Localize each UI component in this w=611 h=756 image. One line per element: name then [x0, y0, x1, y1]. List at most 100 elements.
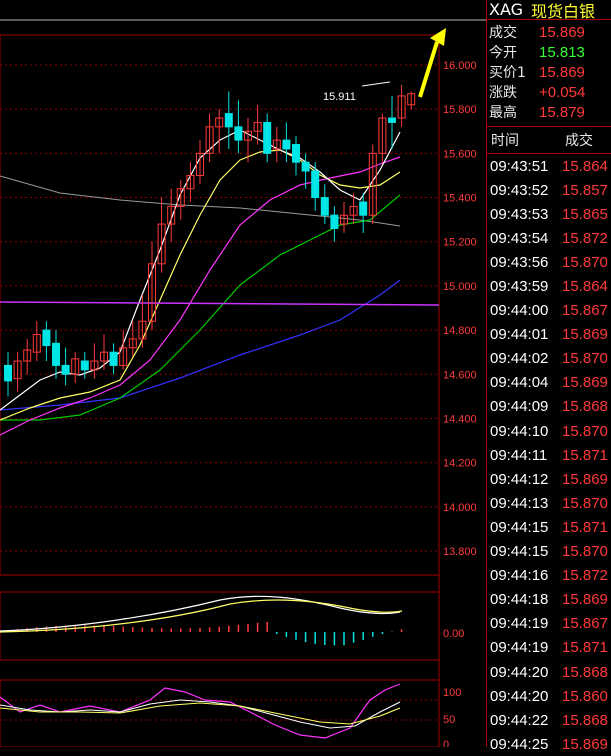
- price-axis-label: 15.000: [443, 281, 477, 293]
- candle-body: [4, 364, 12, 382]
- tick-time: 09:43:51: [490, 157, 549, 175]
- tick-price: 15.872: [562, 567, 608, 585]
- tick-price: 15.864: [562, 157, 608, 175]
- tick-price: 15.869: [562, 374, 608, 392]
- tick-row: 09:44:19 15.871: [487, 636, 611, 660]
- tick-price: 15.870: [562, 350, 608, 368]
- kdj-axis-label: 100: [443, 687, 461, 699]
- candle-body: [263, 121, 272, 154]
- tick-price: 15.868: [562, 663, 608, 681]
- tick-price: 15.857: [562, 181, 608, 199]
- quote-value: 15.869: [539, 23, 585, 41]
- tick-price: 15.868: [562, 711, 608, 729]
- tick-time: 09:44:04: [490, 374, 549, 392]
- tick-row: 09:44:25 15.869: [487, 732, 611, 756]
- tick-list[interactable]: 09:43:51 15.864 09:43:52 15.857 09:43:53 15.8…: [487, 154, 611, 756]
- candle-body: [234, 126, 243, 141]
- symbol-header: XAG 现货白银: [487, 0, 611, 21]
- tick-row: 09:44:04 15.869: [487, 371, 611, 395]
- price-axis-label: 14.800: [443, 325, 477, 337]
- tick-row: 09:44:20 15.860: [487, 684, 611, 708]
- quote-label: 今开: [489, 45, 517, 61]
- tick-time: 09:43:52: [490, 181, 549, 199]
- tick-time: 09:44:13: [490, 494, 549, 512]
- macd-axis-label: 0.00: [443, 628, 464, 640]
- macd-dif-line: [0, 595, 401, 632]
- tick-price: 15.870: [562, 422, 608, 440]
- ticks-header: 时间 成交: [487, 126, 611, 154]
- symbol-name: 现货白银: [531, 1, 596, 21]
- candle-body: [320, 197, 329, 216]
- tick-row: 09:44:22 15.868: [487, 708, 611, 732]
- tick-time: 09:44:25: [490, 735, 549, 753]
- candlestick-chart[interactable]: 16.000 15.800 15.600 15.400 15.200 15.000 14.8…: [0, 0, 486, 751]
- price-axis-label: 15.400: [443, 193, 477, 205]
- tick-time: 09:43:54: [490, 229, 549, 247]
- tick-time: 09:44:15: [490, 518, 549, 536]
- price-axis-label: 14.000: [443, 502, 477, 514]
- kdj-d-line: [0, 702, 401, 725]
- tick-time: 09:44:00: [490, 302, 549, 320]
- tick-row: 09:44:11 15.871: [487, 443, 611, 467]
- chart-area[interactable]: 16.000 15.800 15.600 15.400 15.200 15.000 14.8…: [0, 0, 486, 751]
- candle-body: [282, 139, 291, 150]
- candle-body: [109, 351, 118, 366]
- tick-price: 15.864: [562, 278, 608, 296]
- peak-pointer: [361, 81, 391, 87]
- tick-time: 09:43:59: [490, 278, 549, 296]
- candle-body: [311, 170, 320, 199]
- tick-row: 09:44:10 15.870: [487, 419, 611, 443]
- tick-time: 09:44:20: [490, 663, 549, 681]
- quote-row: 成交 15.869: [487, 22, 611, 42]
- tick-time: 09:44:16: [490, 567, 549, 585]
- tick-row: 09:44:15 15.871: [487, 515, 611, 539]
- tick-row: 09:43:51 15.864: [487, 154, 611, 178]
- tick-row: 09:43:56 15.870: [487, 250, 611, 274]
- tick-time: 09:44:02: [490, 350, 549, 368]
- tick-price: 15.869: [562, 591, 608, 609]
- tick-row: 09:44:19 15.867: [487, 612, 611, 636]
- price-axis-label: 16.000: [443, 60, 477, 72]
- tick-price: 15.865: [562, 205, 608, 223]
- ma30-line: [0, 194, 401, 421]
- price-axis-label: 15.200: [443, 237, 477, 249]
- tick-price: 15.870: [562, 543, 608, 561]
- quote-value: +0.054: [539, 83, 586, 101]
- tick-price: 15.869: [562, 735, 608, 753]
- tick-time: 09:44:09: [490, 398, 549, 416]
- candle-body: [388, 117, 396, 123]
- ticks-header-time: 时间: [491, 133, 519, 149]
- tick-row: 09:44:18 15.869: [487, 588, 611, 612]
- quote-row: 涨跌 +0.054: [487, 82, 611, 102]
- tick-price: 15.860: [562, 687, 608, 705]
- tick-row: 09:44:15 15.870: [487, 540, 611, 564]
- candle-body: [52, 342, 60, 366]
- candle-body: [42, 329, 51, 347]
- tick-row: 09:44:16 15.872: [487, 564, 611, 588]
- quote-row: 最高 15.879: [487, 102, 611, 122]
- tick-price: 15.867: [562, 302, 608, 320]
- price-axis-label: 13.800: [443, 546, 477, 558]
- candle-body: [359, 201, 368, 216]
- tick-time: 09:44:01: [490, 326, 549, 344]
- quote-panel: 成交 15.869 今开 15.813 买价1 15.869 涨跌 +0.054 最高 15.87…: [487, 20, 611, 126]
- quote-label: 最高: [489, 105, 517, 121]
- price-axis-label: 14.600: [443, 369, 477, 381]
- tick-time: 09:44:11: [490, 446, 548, 464]
- candle-body: [330, 214, 339, 229]
- tick-row: 09:44:01 15.869: [487, 323, 611, 347]
- tick-price: 15.870: [562, 253, 608, 271]
- quote-value: 15.879: [539, 103, 585, 121]
- tick-price: 15.871: [562, 446, 608, 464]
- peak-price-label: 15.911: [323, 91, 356, 103]
- symbol-code: XAG: [489, 0, 524, 19]
- candle-body: [292, 144, 300, 163]
- tick-row: 09:44:02 15.870: [487, 347, 611, 371]
- kdj-panel-frame: [0, 679, 440, 748]
- quote-label: 成交: [489, 25, 517, 41]
- tick-time: 09:44:22: [490, 711, 549, 729]
- tick-time: 09:43:53: [490, 205, 549, 223]
- quote-row: 买价1 15.869: [487, 62, 611, 82]
- tick-time: 09:44:20: [490, 687, 549, 705]
- kdj-axis-label: 50: [443, 714, 455, 726]
